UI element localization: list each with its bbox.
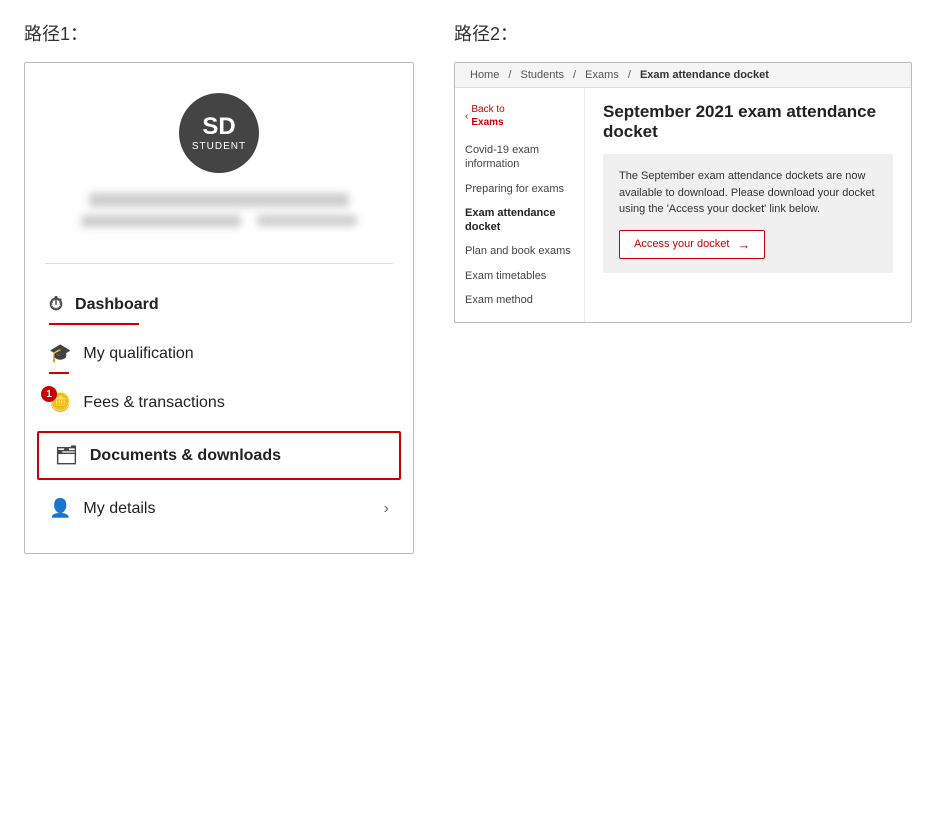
nav-docs-label: Documents & downloads (90, 447, 383, 465)
breadcrumb-exams[interactable]: Exams (585, 69, 619, 81)
nav-item-documents[interactable]: 🗂 Documents & downloads (37, 431, 401, 480)
sidebar-nav-plan[interactable]: Plan and book exams (455, 239, 584, 263)
nav-item-qualification[interactable]: 🎓 My qualification (25, 329, 413, 378)
path2-header: 路径2： (454, 20, 518, 46)
breadcrumb-sep-2: / (573, 69, 576, 81)
profile-divider (45, 263, 393, 264)
sidebar-nav-preparing[interactable]: Preparing for exams (455, 177, 584, 201)
left-panel: SD STUDENT ⏱ Dashboard 🎓 My qualific (24, 62, 414, 554)
access-docket-button[interactable]: Access your docket → (619, 230, 765, 259)
documents-icon: 🗂 (55, 445, 78, 466)
details-icon: 👤 (49, 498, 71, 519)
nav-item-details[interactable]: 👤 My details › (25, 484, 413, 533)
breadcrumb-students[interactable]: Students (521, 69, 564, 81)
fees-icon: 🪙 1 (49, 392, 71, 413)
avatar-subtitle: STUDENT (192, 141, 246, 152)
nav-dashboard-label: Dashboard (75, 296, 389, 314)
back-arrow: ‹ (465, 110, 468, 123)
path1-label: 路径1： (24, 24, 88, 44)
nav-list: ⏱ Dashboard 🎓 My qualification 🪙 1 Fees … (25, 280, 413, 533)
profile-blurred-info (45, 193, 393, 227)
main-content: SD STUDENT ⏱ Dashboard 🎓 My qualific (24, 62, 912, 554)
avatar-initials: SD (202, 114, 235, 140)
nav-item-dashboard[interactable]: ⏱ Dashboard (25, 280, 413, 329)
info-box: The September exam attendance dockets ar… (603, 154, 893, 273)
browser-breadcrumb: Home / Students / Exams / Exam attendanc… (455, 63, 911, 88)
info-box-text: The September exam attendance dockets ar… (619, 168, 877, 218)
breadcrumb-sep-3: / (628, 69, 631, 81)
blur-name-bar (89, 193, 349, 207)
sidebar-nav-method[interactable]: Exam method (455, 288, 584, 312)
qualification-icon: 🎓 (49, 343, 71, 364)
browser-mockup: Home / Students / Exams / Exam attendanc… (454, 62, 912, 323)
browser-body: ‹ Back to Exams Covid-19 exam informatio… (455, 88, 911, 322)
exam-page-title: September 2021 exam attendance docket (603, 102, 893, 142)
breadcrumb-sep-1: / (508, 69, 511, 81)
blur-info-bar-2 (257, 215, 357, 226)
sidebar-nav-covid[interactable]: Covid-19 exam information (455, 138, 584, 177)
breadcrumb-home[interactable]: Home (470, 69, 499, 81)
back-link[interactable]: ‹ Back to Exams (455, 98, 584, 134)
browser-sidebar: ‹ Back to Exams Covid-19 exam informatio… (455, 88, 585, 322)
path2-label: 路径2： (454, 24, 518, 44)
breadcrumb-current: Exam attendance docket (640, 69, 769, 81)
back-label: Back to Exams (471, 103, 504, 129)
dashboard-icon: ⏱ (49, 294, 63, 315)
page-headers: 路径1： 路径2： (24, 20, 912, 46)
right-panel: Home / Students / Exams / Exam attendanc… (454, 62, 912, 323)
details-chevron: › (384, 500, 389, 518)
back-section-text: Exams (471, 116, 504, 129)
blur-row-1 (81, 215, 357, 227)
avatar: SD STUDENT (179, 93, 259, 173)
path1-header: 路径1： (24, 20, 414, 46)
sidebar-nav-docket[interactable]: Exam attendance docket (455, 201, 584, 240)
nav-item-fees[interactable]: 🪙 1 Fees & transactions (25, 378, 413, 427)
nav-fees-label: Fees & transactions (83, 394, 389, 412)
blur-info-bar-1 (81, 215, 241, 227)
nav-qualification-label: My qualification (83, 345, 389, 363)
fees-badge: 1 (41, 386, 57, 402)
back-label-text: Back to (471, 103, 504, 116)
nav-details-label: My details (83, 500, 371, 518)
access-btn-arrow: → (737, 237, 750, 252)
access-btn-label: Access your docket (634, 238, 729, 250)
profile-section: SD STUDENT (25, 63, 413, 247)
sidebar-nav-timetables[interactable]: Exam timetables (455, 264, 584, 288)
browser-main-content: September 2021 exam attendance docket Th… (585, 88, 911, 322)
